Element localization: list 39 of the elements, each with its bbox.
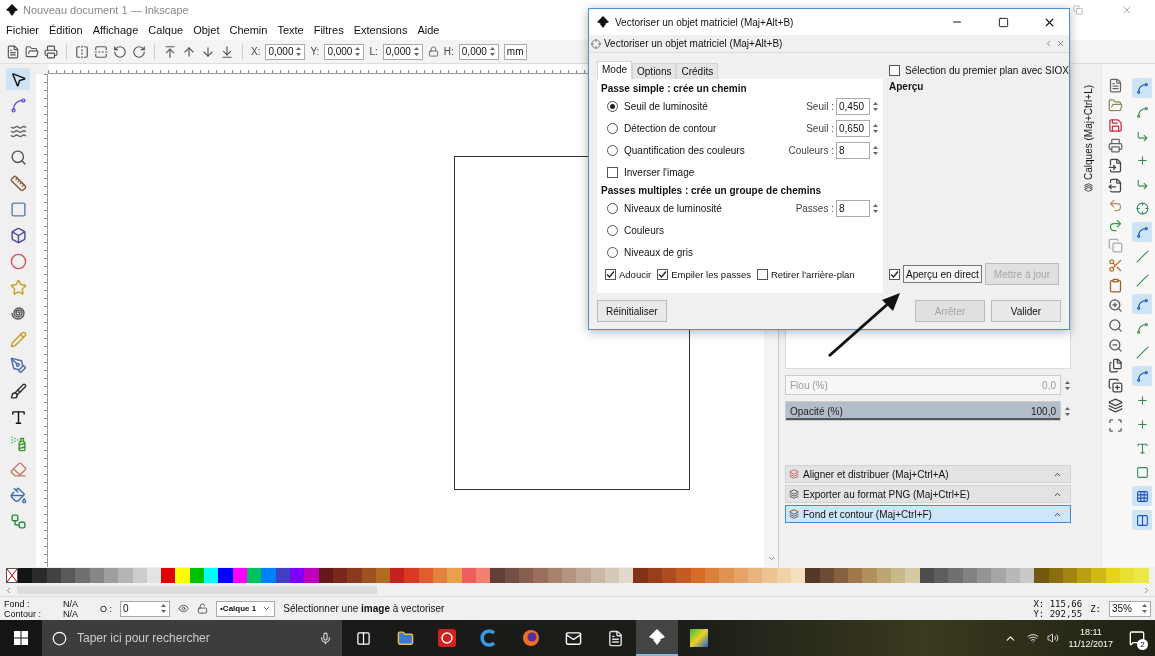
opacity-label: O : — [100, 603, 113, 614]
preview-heading: Aperçu — [889, 79, 925, 93]
stroke-label: Contour : — [4, 608, 42, 619]
field-label: Seuil : — [806, 122, 834, 134]
window-title: Nouveau document 1 — Inkscape — [23, 4, 190, 16]
y-coordinate: Y: 292,55 — [1033, 608, 1083, 619]
option-label: Inverser l'image — [624, 166, 696, 178]
field-label: Couleurs : — [788, 144, 834, 156]
option-label: Adoucir — [619, 268, 652, 280]
section-heading: Passes multiples : crée un groupe de chemins — [601, 183, 823, 197]
stroke-value: N/A — [63, 608, 79, 619]
slider-label: Flou (%) — [790, 379, 828, 391]
field-label: L: — [369, 46, 378, 57]
zoom-label: Z: — [1090, 603, 1101, 614]
field-label: X: — [251, 46, 261, 57]
option-label: Empiler les passes — [671, 268, 751, 280]
x-coordinate: X: 115,66 — [1033, 598, 1083, 609]
slider-label: Opacité (%) — [790, 405, 843, 417]
fill-value: N/A — [63, 598, 79, 609]
field-label: Seuil : — [806, 100, 834, 112]
option-label: Détection de contour — [624, 122, 718, 134]
status-message: Sélectionner une image à vectoriser — [283, 603, 446, 614]
option-label: Sélection du premier plan avec SIOX — [905, 64, 1069, 76]
field-label: Passes : — [795, 202, 834, 214]
notification-count: 2 — [1137, 639, 1148, 650]
field-label: H: — [443, 46, 454, 57]
option-label: Seuil de luminosité — [624, 100, 709, 112]
option-label: Niveaux de luminosité — [624, 202, 723, 214]
option-label: Retirer l'arrière-plan — [770, 268, 855, 280]
option-label: Quantification des couleurs — [624, 144, 746, 156]
dialog-title: Vectoriser un objet matriciel (Maj+Alt+B) — [615, 16, 795, 28]
option-label: Niveaux de gris — [624, 246, 694, 258]
slider-value: 100,0 — [1030, 405, 1056, 417]
fill-label: Fond : — [4, 598, 31, 609]
panel-title: Vectoriser un objet matriciel (Maj+Alt+B) — [604, 38, 784, 49]
option-label: Aperçu en direct — [903, 265, 982, 283]
field-label: Y: — [310, 46, 320, 57]
option-label: Couleurs — [624, 224, 666, 236]
section-heading: Passe simple : crée un chemin — [601, 81, 748, 95]
